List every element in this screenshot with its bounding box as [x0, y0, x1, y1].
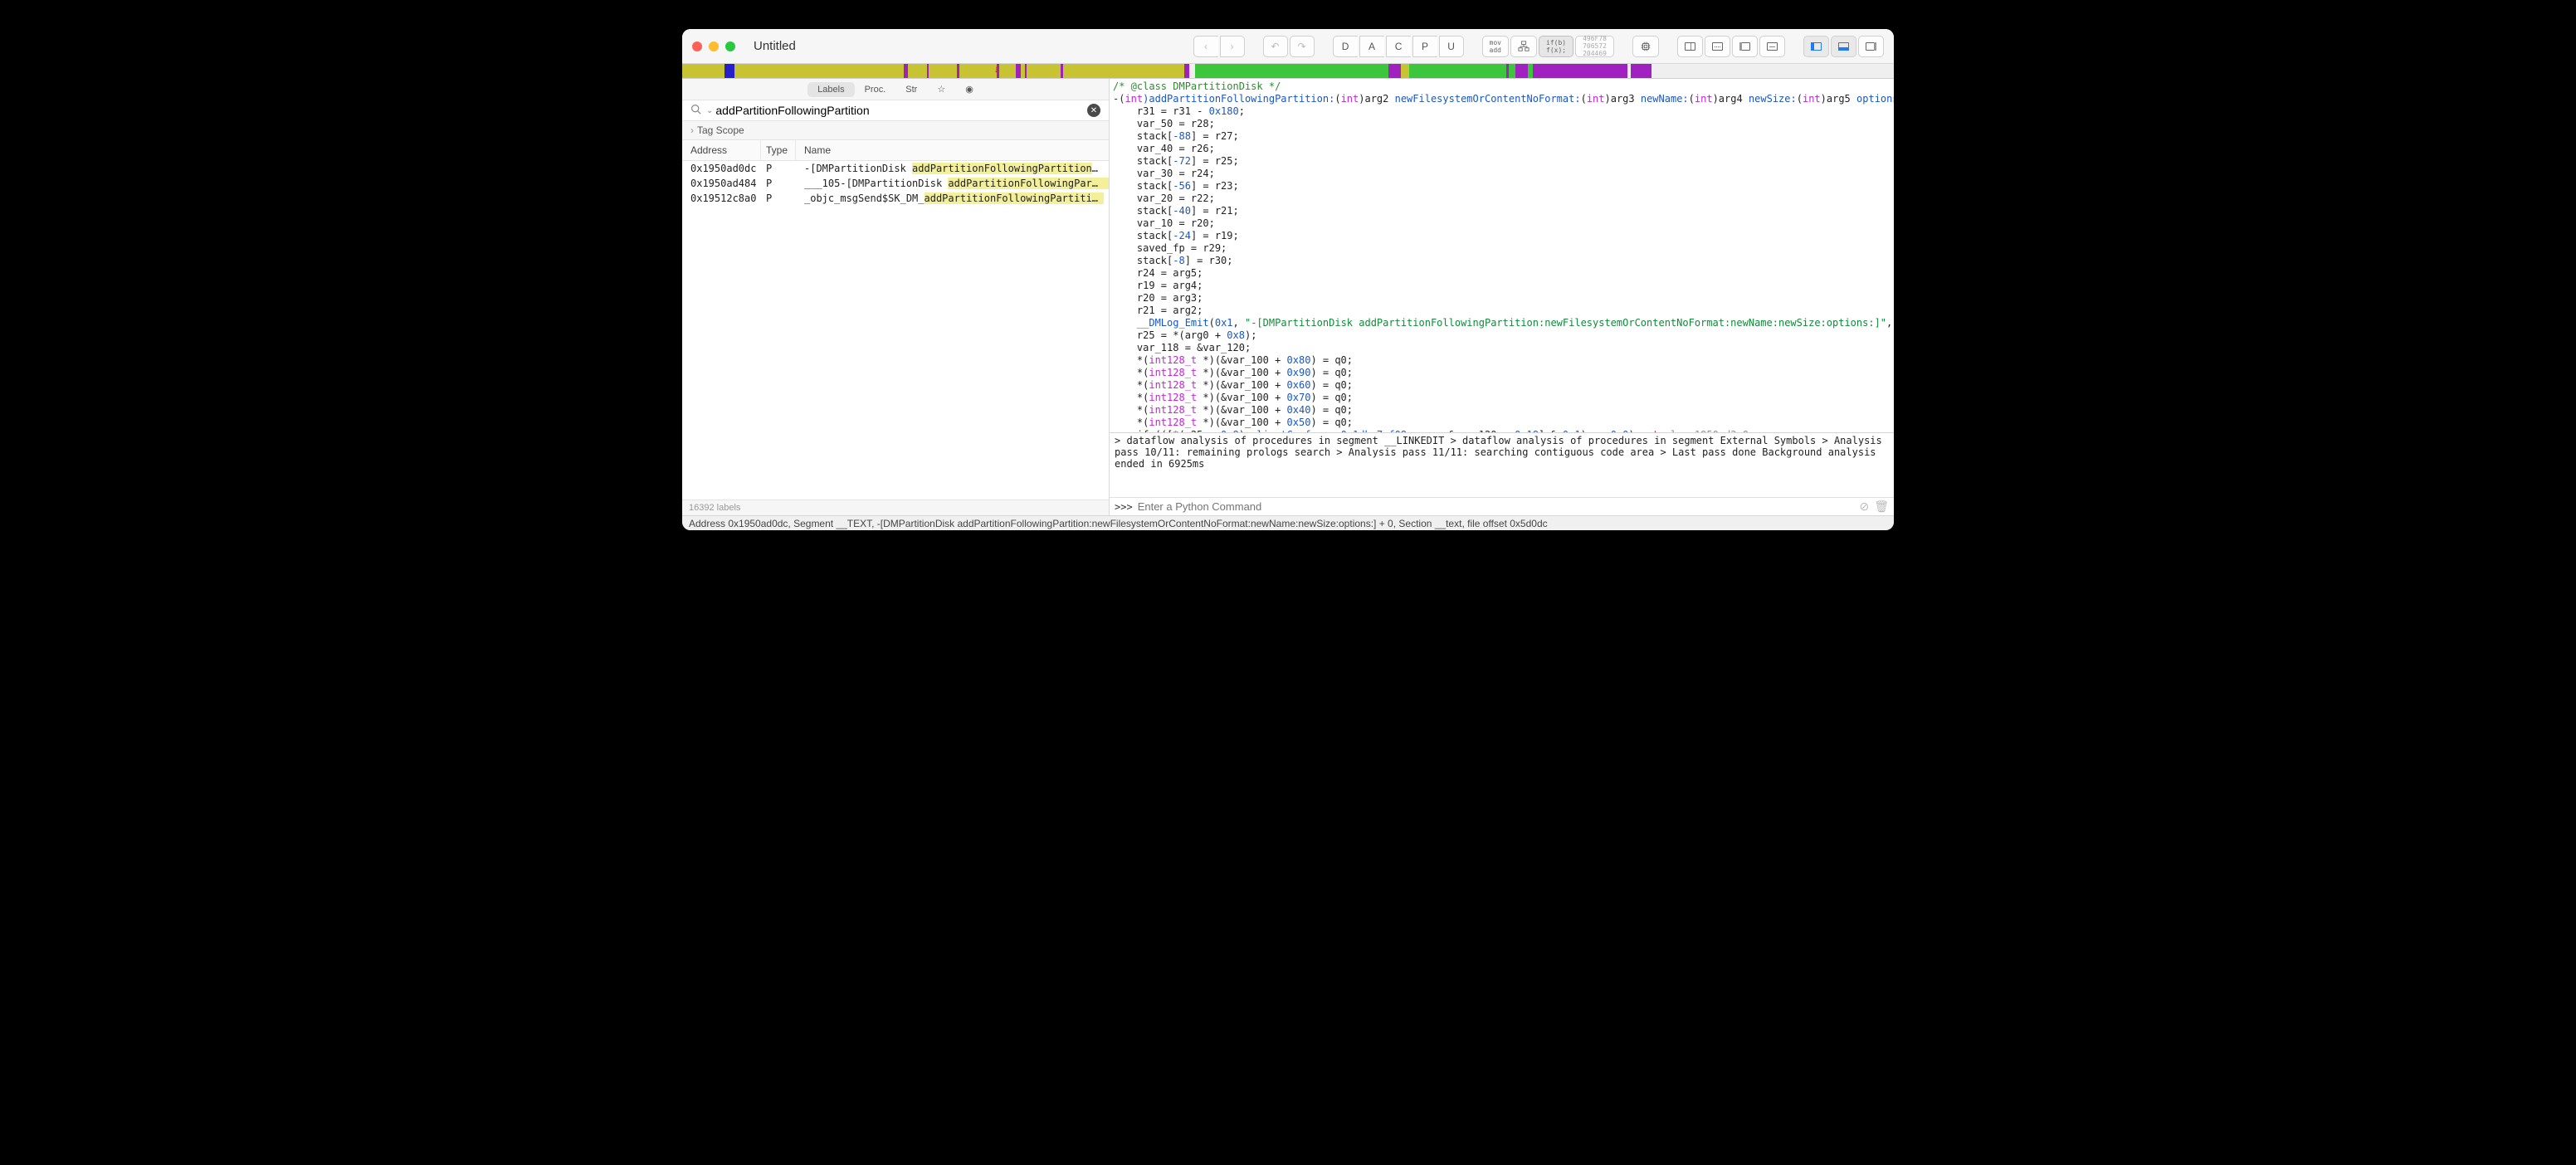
flowchart-icon — [1518, 41, 1530, 52]
cpu-button[interactable] — [1632, 36, 1659, 57]
repl-trash-button[interactable]: 🗑 — [1874, 500, 1889, 514]
hex-view-button[interactable]: 496F78 706572 204469 — [1575, 36, 1614, 57]
mode-P-button[interactable]: P — [1412, 36, 1437, 57]
close-window-button[interactable] — [692, 41, 702, 51]
pseudo-code-button[interactable]: if(b) f(x); — [1539, 36, 1573, 57]
mode-C-button[interactable]: C — [1386, 36, 1411, 57]
repl-input[interactable] — [1138, 500, 1855, 513]
left-tab-2[interactable]: Str — [895, 82, 927, 97]
mode-U-button[interactable]: U — [1439, 36, 1464, 57]
col-type[interactable]: Type — [761, 140, 796, 160]
left-tab-3[interactable]: ☆ — [927, 81, 955, 97]
layout-left-panel-button[interactable] — [1732, 36, 1758, 57]
labels-table-body: 0x1950ad0dcP-[DMPartitionDisk addPartiti… — [682, 161, 1109, 500]
search-input[interactable] — [715, 104, 1087, 117]
status-bar: Address 0x1950ad0dc, Segment __TEXT, -[D… — [682, 515, 1894, 530]
asm-view-button[interactable]: mov add — [1482, 36, 1509, 57]
toggle-left-panel-button[interactable] — [1803, 36, 1829, 57]
col-name[interactable]: Name — [796, 140, 1109, 160]
toggle-bottom-panel-button[interactable] — [1831, 36, 1856, 57]
left-tab-1[interactable]: Proc. — [855, 82, 896, 97]
pseudo-code-view[interactable]: /* @class DMPartitionDisk */ -(int)addPa… — [1110, 79, 1894, 432]
search-row: ⌄ ✕ — [682, 100, 1109, 121]
layout-split-button[interactable] — [1677, 36, 1703, 57]
zoom-window-button[interactable] — [725, 41, 735, 51]
col-address[interactable]: Address — [682, 140, 761, 160]
navigation-marker-icon: ↓ — [994, 64, 999, 74]
layout-lines-button[interactable] — [1759, 36, 1785, 57]
clear-search-button[interactable]: ✕ — [1087, 104, 1100, 117]
cpu-icon — [1640, 41, 1651, 52]
window-title: Untitled — [754, 39, 796, 53]
mode-A-button[interactable]: A — [1359, 36, 1384, 57]
table-row[interactable]: 0x1950ad484P___105-[DMPartitionDisk addP… — [682, 176, 1109, 191]
tag-scope-row[interactable]: Tag Scope — [682, 121, 1109, 139]
nav-back-button[interactable]: ‹ — [1193, 36, 1218, 57]
minimize-window-button[interactable] — [709, 41, 719, 51]
code-panel: /* @class DMPartitionDisk */ -(int)addPa… — [1110, 79, 1894, 515]
labels-panel: LabelsProc.Str☆◉ ⌄ ✕ Tag Scope Address T… — [682, 79, 1110, 515]
undo-button[interactable]: ↶ — [1263, 36, 1288, 57]
window-controls — [692, 41, 735, 51]
repl-row: >>> ⊘ 🗑 — [1110, 497, 1894, 515]
nav-forward-button[interactable]: › — [1220, 36, 1245, 57]
main-area: LabelsProc.Str☆◉ ⌄ ✕ Tag Scope Address T… — [682, 79, 1894, 515]
mode-D-button[interactable]: D — [1333, 36, 1358, 57]
navigation-strip[interactable]: ↓ — [682, 64, 1894, 79]
labels-table-header: Address Type Name — [682, 139, 1109, 161]
layout-dots-button[interactable] — [1705, 36, 1730, 57]
cfg-view-button[interactable] — [1510, 36, 1537, 57]
repl-prompt: >>> — [1115, 501, 1133, 513]
view-mode-group: DACPU — [1333, 36, 1464, 57]
app-window: Untitled ‹ › ↶ ↷ DACPU mov add if(b) f(x… — [682, 29, 1894, 530]
table-row[interactable]: 0x19512c8a0P_objc_msgSend$SK_DM_addParti… — [682, 191, 1109, 206]
labels-count: 16392 labels — [682, 500, 1109, 515]
toggle-right-panel-button[interactable] — [1858, 36, 1884, 57]
repl-stop-button[interactable]: ⊘ — [1859, 500, 1869, 514]
redo-button[interactable]: ↷ — [1290, 36, 1315, 57]
console-output: > dataflow analysis of procedures in seg… — [1110, 432, 1894, 497]
left-tabs: LabelsProc.Str☆◉ — [682, 79, 1109, 100]
left-tab-4[interactable]: ◉ — [955, 81, 983, 97]
left-tab-0[interactable]: Labels — [807, 82, 854, 97]
search-menu-chevron-icon[interactable]: ⌄ — [706, 106, 713, 115]
search-icon — [690, 104, 701, 117]
table-row[interactable]: 0x1950ad0dcP-[DMPartitionDisk addPartiti… — [682, 161, 1109, 176]
titlebar: Untitled ‹ › ↶ ↷ DACPU mov add if(b) f(x… — [682, 29, 1894, 64]
